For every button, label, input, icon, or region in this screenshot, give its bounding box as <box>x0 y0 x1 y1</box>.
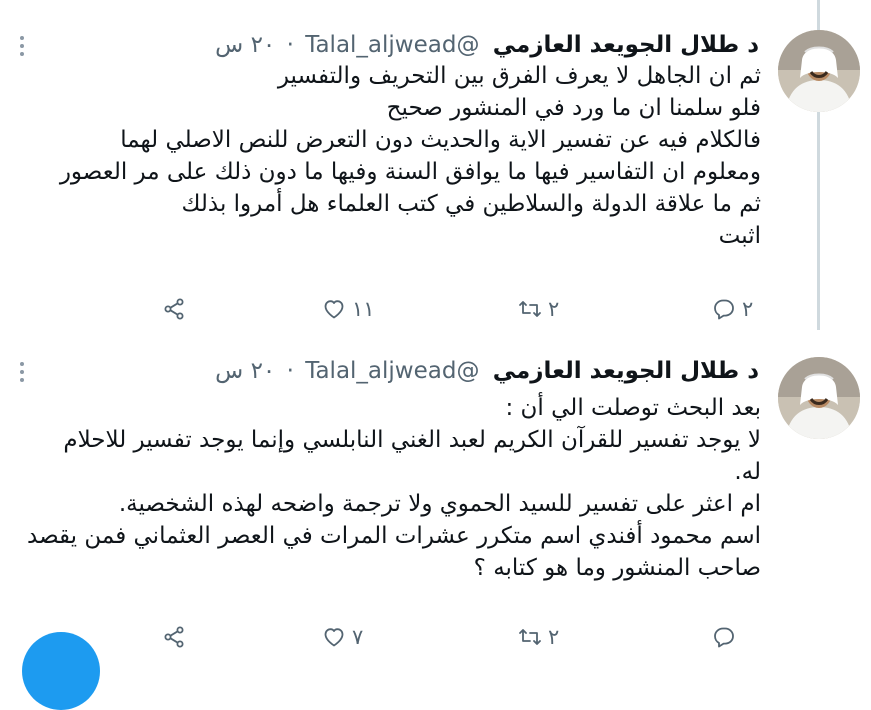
avatar[interactable] <box>778 357 860 439</box>
like-button[interactable]: ٧ <box>322 623 363 651</box>
share-button[interactable] <box>162 295 186 323</box>
retweet-count: ٢ <box>548 297 560 321</box>
retweet-icon <box>519 629 541 645</box>
tweet-item[interactable]: د طلال الجويعد العازمي @Talal_aljwead · … <box>0 0 871 340</box>
retweet-count: ٢ <box>548 625 560 649</box>
retweet-button[interactable]: ٢ <box>518 295 559 323</box>
tweet-actions: ٢ ٢ ١١ <box>0 295 871 325</box>
tweet-text-line: له. <box>734 459 761 485</box>
reply-button[interactable] <box>712 623 742 651</box>
tweet-text-line: بعد البحث توصلت الي أن : <box>505 395 761 421</box>
tweet-text: ثم ان الجاهل لا يعرف الفرق بين التحريف و… <box>1 60 761 252</box>
more-vertical-icon <box>20 36 24 56</box>
tweet-text-line: فالكلام فيه عن تفسير الاية والحديث دون ا… <box>120 127 761 153</box>
retweet-icon <box>519 301 541 317</box>
like-count: ١١ <box>352 297 375 321</box>
share-icon <box>164 626 184 648</box>
like-button[interactable]: ١١ <box>322 295 375 323</box>
tweet-actions: ٢ ٧ <box>0 623 871 653</box>
retweet-button[interactable]: ٢ <box>518 623 559 651</box>
header-separator: · <box>286 32 294 58</box>
tweet-timestamp[interactable]: ٢٠ س <box>215 32 275 58</box>
share-button[interactable] <box>162 623 186 651</box>
avatar-image <box>778 357 860 439</box>
tweet-header: د طلال الجويعد العازمي @Talal_aljwead · … <box>215 28 759 62</box>
reply-icon <box>714 627 734 648</box>
header-separator: · <box>286 358 294 384</box>
author-name[interactable]: د طلال الجويعد العازمي <box>493 358 759 384</box>
avatar-image <box>778 30 860 112</box>
tweet-text-line: ثم ان الجاهل لا يعرف الفرق بين التحريف و… <box>277 63 761 89</box>
share-icon <box>164 298 184 320</box>
more-options-button[interactable] <box>10 360 34 384</box>
tweet-text-line: اسم محمود أفندي اسم متكرر عشرات المرات ف… <box>27 523 761 549</box>
author-handle[interactable]: @Talal_aljwead <box>305 32 479 58</box>
heart-icon <box>324 300 344 319</box>
reply-button[interactable]: ٢ <box>712 295 753 323</box>
tweet-text-line: لا يوجد تفسير للقرآن الكريم لعبد الغني ا… <box>63 427 761 453</box>
compose-tweet-button[interactable] <box>22 632 100 710</box>
reply-icon <box>714 299 734 320</box>
reply-count: ٢ <box>742 297 754 321</box>
author-name[interactable]: د طلال الجويعد العازمي <box>493 32 759 58</box>
tweet-text: بعد البحث توصلت الي أن : لا يوجد تفسير ل… <box>1 392 761 584</box>
avatar[interactable] <box>778 30 860 112</box>
tweet-timestamp[interactable]: ٢٠ س <box>215 358 275 384</box>
tweet-text-line: ام اعثر على تفسير للسيد الحموي ولا ترجمة… <box>118 491 761 517</box>
tweet-text-line: ومعلوم ان التفاسير فيها ما يوافق السنة و… <box>59 159 761 185</box>
more-vertical-icon <box>20 362 24 382</box>
tweet-text-line: فلو سلمنا ان ما ورد في المنشور صحيح <box>386 95 761 121</box>
heart-icon <box>324 628 344 647</box>
like-count: ٧ <box>352 625 364 649</box>
tweet-text-line: اثبت <box>718 223 761 249</box>
tweet-header: د طلال الجويعد العازمي @Talal_aljwead · … <box>215 354 759 388</box>
more-options-button[interactable] <box>10 34 34 58</box>
tweet-text-line: ثم ما علاقة الدولة والسلاطين في كتب العل… <box>181 191 761 217</box>
author-handle[interactable]: @Talal_aljwead <box>305 358 479 384</box>
tweet-item[interactable]: د طلال الجويعد العازمي @Talal_aljwead · … <box>0 340 871 663</box>
tweet-text-line: صاحب المنشور وما هو كتابه ؟ <box>473 555 761 581</box>
